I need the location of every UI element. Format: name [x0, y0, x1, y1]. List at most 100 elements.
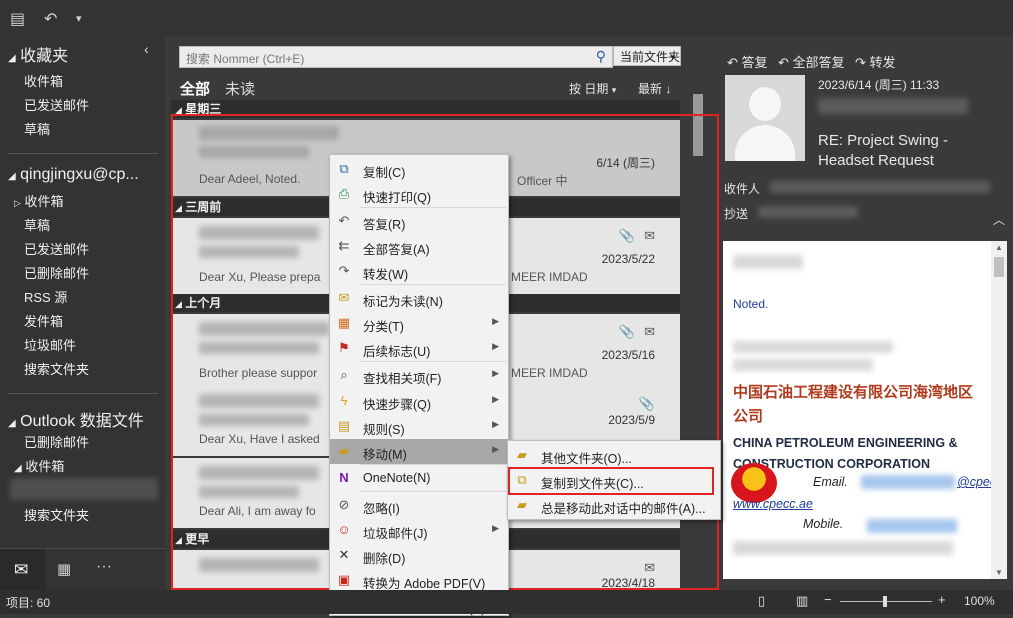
cc-label: 抄送 [724, 207, 749, 221]
menu-mark-unread[interactable]: ✉ 标记为未读(N) [330, 286, 508, 311]
submenu-always-move[interactable]: ▰ 总是移动此对话中的邮件(A)... [508, 493, 720, 518]
collapse-pane-icon[interactable]: ‹ [144, 41, 149, 57]
fav-inbox[interactable]: 收件箱 [24, 71, 63, 90]
account-header[interactable]: ◢ qingjingxu@cp... [8, 166, 139, 184]
submenu-other-folder[interactable]: ▰ 其他文件夹(O)... [508, 443, 720, 468]
collapse-triangle-icon: ◢ [8, 418, 16, 429]
datafile-header[interactable]: ◢ Outlook 数据文件 [8, 407, 144, 431]
mail-module-tab[interactable]: ✉ [0, 549, 46, 591]
chevron-right-icon: ▶ [492, 419, 499, 429]
email-label: Email. [813, 475, 848, 489]
favorites-header[interactable]: ◢ 收藏夹 [8, 42, 68, 66]
delete-icon: ✕ [338, 547, 350, 562]
chevron-down-icon: ▾ [670, 52, 675, 62]
menu-move[interactable]: ▰ 移动(M) ▶ [330, 439, 508, 464]
message-body: Noted. 中国石油工程建设有限公司海湾地区公司 CHINA PETROLEU… [723, 241, 1007, 579]
flag-icon: ⚑ [338, 340, 350, 355]
more-icon[interactable]: ··· [96, 558, 112, 576]
menu-forward[interactable]: ↷ 转发(W) [330, 259, 508, 284]
body-noted: Noted. [733, 297, 769, 311]
account-outbox[interactable]: 发件箱 [24, 311, 63, 330]
divider [8, 393, 158, 394]
zoom-level[interactable]: 100% [964, 594, 995, 608]
ignore-icon: ⊘ [338, 497, 350, 512]
menu-copy[interactable]: ⧉ 复制(C) [330, 157, 508, 182]
onenote-icon: N [339, 470, 349, 485]
redacted-greeting [733, 255, 803, 269]
mail-icon: ✉ [14, 560, 29, 579]
undo-icon[interactable]: ↶ [44, 9, 57, 29]
account-search-folders[interactable]: 搜索文件夹 [24, 359, 89, 378]
collapse-header-icon[interactable]: ︿ [993, 211, 1005, 228]
tab-all[interactable]: 全部 [180, 78, 210, 99]
normal-view-icon[interactable]: ▯ [758, 593, 765, 609]
item-count: 项目: 60 [6, 596, 51, 610]
envelope-icon: ✉ [338, 290, 350, 305]
menu-reply-all[interactable]: ⇇ 全部答复(A) [330, 234, 508, 259]
to-label: 收件人 [724, 182, 761, 196]
forward-button[interactable]: ↷ 转发 [855, 52, 896, 71]
sort-by-button[interactable]: 按 日期 ▾ [569, 80, 616, 97]
account-rss[interactable]: RSS 源 [24, 287, 67, 306]
account-drafts[interactable]: 草稿 [24, 215, 50, 234]
scrollbar-thumb[interactable] [994, 257, 1004, 277]
junk-icon: ☺ [337, 522, 351, 537]
menu-delete[interactable]: ✕ 删除(D) [330, 543, 508, 568]
collapse-triangle-icon: ◢ [14, 463, 22, 474]
menu-quick-print[interactable]: ⎙ 快速打印(Q) [330, 182, 508, 207]
folder-icon: ▰ [517, 447, 527, 462]
sort-order-button[interactable]: 最新 ↓ [638, 80, 671, 97]
print-icon: ⎙ [338, 186, 350, 201]
datafile-search-folders[interactable]: 搜索文件夹 [24, 505, 89, 524]
scroll-up-icon[interactable]: ▲ [995, 243, 1003, 252]
calendar-icon[interactable]: ▦ [57, 560, 71, 578]
account-sent[interactable]: 已发送邮件 [24, 239, 89, 258]
reading-pane: ↶ 答复 ↶ 全部答复 ↷ 转发 2023/6/14 (周三) 11:33 RE… [718, 36, 1013, 590]
tab-unread[interactable]: 未读 [225, 78, 255, 99]
search-input[interactable]: 搜索 Nommer (Ctrl+E) [186, 50, 304, 67]
account-deleted[interactable]: 已删除邮件 [24, 263, 89, 282]
reading-view-icon[interactable]: ▥ [796, 593, 808, 609]
expand-triangle-icon: ▷ [14, 198, 21, 208]
account-inbox[interactable]: ▷ 收件箱 [14, 191, 64, 210]
arrow-down-icon: ↓ [665, 82, 672, 96]
app-menu-icon[interactable]: ▤ [10, 9, 25, 29]
datafile-inbox[interactable]: ◢ 收件箱 [14, 456, 64, 475]
search-box[interactable]: 搜索 Nommer (Ctrl+E) ⚲ [179, 46, 613, 68]
redacted-sender [818, 98, 968, 114]
datafile-deleted[interactable]: 已删除邮件 [24, 432, 89, 451]
zoom-out-icon[interactable]: − [824, 592, 832, 607]
reading-scrollbar[interactable]: ▲ ▼ [991, 241, 1007, 579]
menu-onenote[interactable]: N OneNote(N) [330, 466, 508, 491]
menu-reply[interactable]: ↶ 答复(R) [330, 209, 508, 234]
menu-quick-steps[interactable]: ϟ 快速步骤(Q) ▶ [330, 389, 508, 414]
fav-drafts[interactable]: 草稿 [24, 119, 50, 138]
fav-sent[interactable]: 已发送邮件 [24, 95, 89, 114]
search-icon[interactable]: ⚲ [596, 48, 606, 65]
menu-junk[interactable]: ☺ 垃圾邮件(J) ▶ [330, 518, 508, 543]
menu-rules[interactable]: ▤ 规则(S) ▶ [330, 414, 508, 439]
account-junk[interactable]: 垃圾邮件 [24, 335, 76, 354]
redacted-email [861, 475, 955, 489]
menu-find-related[interactable]: ⌕ 查找相关项(F) ▶ [330, 363, 508, 388]
reply-all-button[interactable]: ↶ 全部答复 [778, 52, 845, 71]
customize-dropdown-icon[interactable]: ▾ [76, 12, 82, 25]
message-subject: RE: Project Swing - Headset Request [818, 132, 949, 169]
pdf-icon: ▣ [337, 572, 351, 587]
chevron-right-icon: ▶ [492, 368, 499, 378]
reply-button[interactable]: ↶ 答复 [727, 52, 768, 71]
chevron-right-icon: ▶ [492, 444, 499, 454]
scroll-down-icon[interactable]: ▼ [995, 568, 1003, 577]
menu-follow-up[interactable]: ⚑ 后续标志(U) ▶ [330, 336, 508, 361]
menu-ignore[interactable]: ⊘ 忽略(I) [330, 493, 508, 518]
collapse-triangle-icon: ◢ [8, 171, 16, 182]
search-scope-dropdown[interactable]: 当前文件夹 ▾ [613, 46, 681, 66]
website-link[interactable]: www.cpecc.ae [733, 497, 813, 511]
reply-icon: ↶ [727, 55, 738, 70]
menu-categorize[interactable]: ▦ 分类(T) ▶ [330, 311, 508, 336]
redacted-line [733, 359, 873, 371]
zoom-in-icon[interactable]: + [938, 592, 946, 607]
zoom-slider-thumb[interactable] [883, 596, 887, 607]
context-menu: ⧉ 复制(C) ⎙ 快速打印(Q) ↶ 答复(R) ⇇ 全部答复(A) ↷ 转发(W) ✉… [329, 154, 509, 616]
chevron-down-icon: ▾ [611, 85, 617, 95]
